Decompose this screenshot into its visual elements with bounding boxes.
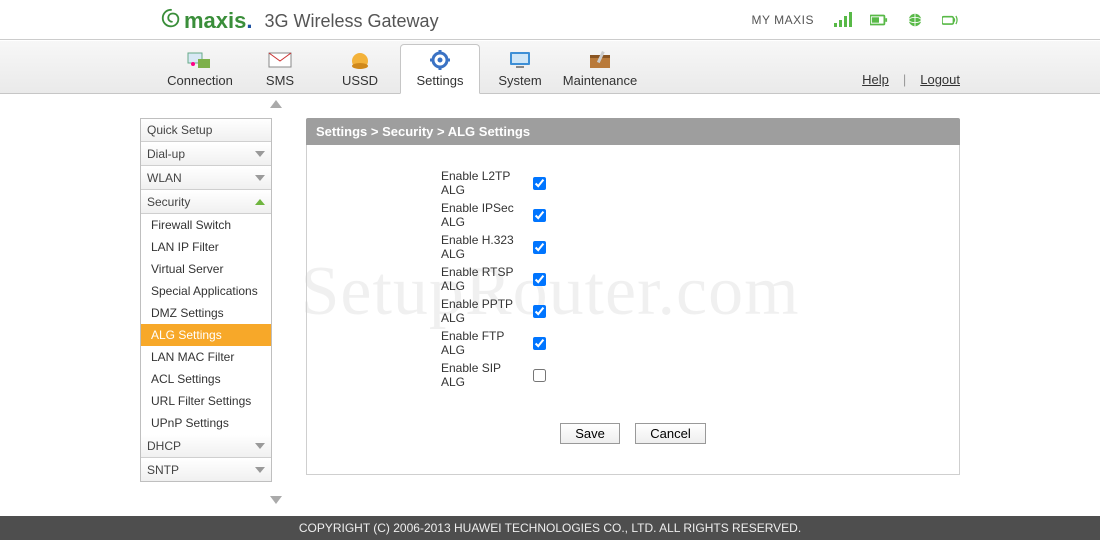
sidebar: Quick Setup Dial-up WLAN Security Firewa… — [140, 94, 272, 510]
label-ipsec: Enable IPSec ALG — [347, 201, 527, 229]
label-sip: Enable SIP ALG — [347, 361, 527, 389]
sms-icon — [266, 49, 294, 71]
tab-sms[interactable]: SMS — [240, 45, 320, 93]
wifi-icon — [942, 11, 960, 29]
brand-logo: maxis. — [160, 8, 253, 32]
logout-link[interactable]: Logout — [920, 72, 960, 87]
chevron-down-icon — [255, 151, 265, 157]
brand-dot: . — [246, 8, 252, 33]
sidebar-box: Quick Setup Dial-up WLAN Security Firewa… — [140, 118, 272, 482]
checkbox-ipsec[interactable] — [533, 209, 546, 222]
label-l2tp: Enable L2TP ALG — [347, 169, 527, 197]
side-security[interactable]: Security — [141, 190, 271, 214]
tab-ussd[interactable]: USSD — [320, 45, 400, 93]
row-ipsec: Enable IPSec ALG — [347, 201, 919, 229]
label-h323: Enable H.323 ALG — [347, 233, 527, 261]
checkbox-l2tp[interactable] — [533, 177, 546, 190]
content: Settings > Security > ALG Settings Enabl… — [272, 94, 960, 510]
chevron-up-icon — [255, 199, 265, 205]
top-right: MY MAXIS — [752, 0, 960, 40]
pipe-divider: | — [903, 72, 906, 87]
row-l2tp: Enable L2TP ALG — [347, 169, 919, 197]
side-security-lan-mac[interactable]: LAN MAC Filter — [141, 346, 271, 368]
side-label: Dial-up — [147, 147, 185, 161]
side-security-url[interactable]: URL Filter Settings — [141, 390, 271, 412]
side-quick-setup[interactable]: Quick Setup — [141, 119, 271, 142]
label-ftp: Enable FTP ALG — [347, 329, 527, 357]
product-name: 3G Wireless Gateway — [265, 11, 439, 32]
tab-maintenance[interactable]: Maintenance — [560, 45, 640, 93]
signal-icon — [834, 11, 852, 29]
logo-wrap: maxis. 3G Wireless Gateway — [160, 8, 439, 32]
cancel-button[interactable]: Cancel — [635, 423, 705, 444]
row-sip: Enable SIP ALG — [347, 361, 919, 389]
side-security-firewall[interactable]: Firewall Switch — [141, 214, 271, 236]
row-h323: Enable H.323 ALG — [347, 233, 919, 261]
footer: COPYRIGHT (C) 2006-2013 HUAWEI TECHNOLOG… — [0, 516, 1100, 540]
side-sntp[interactable]: SNTP — [141, 458, 271, 481]
tab-label: USSD — [342, 73, 378, 88]
side-wlan[interactable]: WLAN — [141, 166, 271, 190]
button-row: Save Cancel — [347, 423, 919, 444]
connection-icon — [186, 49, 214, 71]
chevron-down-icon — [255, 443, 265, 449]
settings-icon — [426, 49, 454, 71]
tab-connection[interactable]: Connection — [160, 45, 240, 93]
tab-label: Connection — [167, 73, 233, 88]
side-security-virtual[interactable]: Virtual Server — [141, 258, 271, 280]
my-maxis-link[interactable]: MY MAXIS — [752, 13, 814, 27]
breadcrumb: Settings > Security > ALG Settings — [306, 118, 960, 145]
logo-swirl-icon — [160, 8, 182, 30]
row-rtsp: Enable RTSP ALG — [347, 265, 919, 293]
system-icon — [506, 49, 534, 71]
tab-settings[interactable]: Settings — [400, 44, 480, 94]
checkbox-ftp[interactable] — [533, 337, 546, 350]
side-security-alg[interactable]: ALG Settings — [141, 324, 271, 346]
body-row: Quick Setup Dial-up WLAN Security Firewa… — [140, 94, 960, 510]
side-dhcp[interactable]: DHCP — [141, 434, 271, 458]
help-link[interactable]: Help — [862, 72, 889, 87]
nav-right-links: Help | Logout — [862, 72, 960, 93]
side-security-dmz[interactable]: DMZ Settings — [141, 302, 271, 324]
side-label: Security — [147, 195, 190, 209]
maintenance-icon — [586, 49, 614, 71]
row-pptp: Enable PPTP ALG — [347, 297, 919, 325]
side-label: WLAN — [147, 171, 182, 185]
side-security-special[interactable]: Special Applications — [141, 280, 271, 302]
chevron-down-icon — [255, 175, 265, 181]
checkbox-pptp[interactable] — [533, 305, 546, 318]
status-icons — [834, 11, 960, 29]
checkbox-sip[interactable] — [533, 369, 546, 382]
tab-label: Settings — [417, 73, 464, 88]
tab-label: Maintenance — [563, 73, 637, 88]
side-security-lan-ip[interactable]: LAN IP Filter — [141, 236, 271, 258]
battery-icon — [870, 11, 888, 29]
globe-icon — [906, 11, 924, 29]
tab-system[interactable]: System — [480, 45, 560, 93]
label-rtsp: Enable RTSP ALG — [347, 265, 527, 293]
side-label: DHCP — [147, 439, 181, 453]
topbar: maxis. 3G Wireless Gateway MY MAXIS — [0, 0, 1100, 40]
tab-label: SMS — [266, 73, 294, 88]
row-ftp: Enable FTP ALG — [347, 329, 919, 357]
chevron-down-icon — [255, 467, 265, 473]
label-pptp: Enable PPTP ALG — [347, 297, 527, 325]
side-label: SNTP — [147, 463, 179, 477]
tab-label: System — [498, 73, 541, 88]
save-button[interactable]: Save — [560, 423, 620, 444]
content-panel: Enable L2TP ALG Enable IPSec ALG Enable … — [306, 145, 960, 475]
side-security-upnp[interactable]: UPnP Settings — [141, 412, 271, 434]
ussd-icon — [346, 49, 374, 71]
side-dial-up[interactable]: Dial-up — [141, 142, 271, 166]
checkbox-rtsp[interactable] — [533, 273, 546, 286]
side-security-acl[interactable]: ACL Settings — [141, 368, 271, 390]
main-nav: Connection SMS USSD Settings System Main… — [0, 40, 1100, 94]
brand-text: maxis — [184, 8, 246, 33]
checkbox-h323[interactable] — [533, 241, 546, 254]
